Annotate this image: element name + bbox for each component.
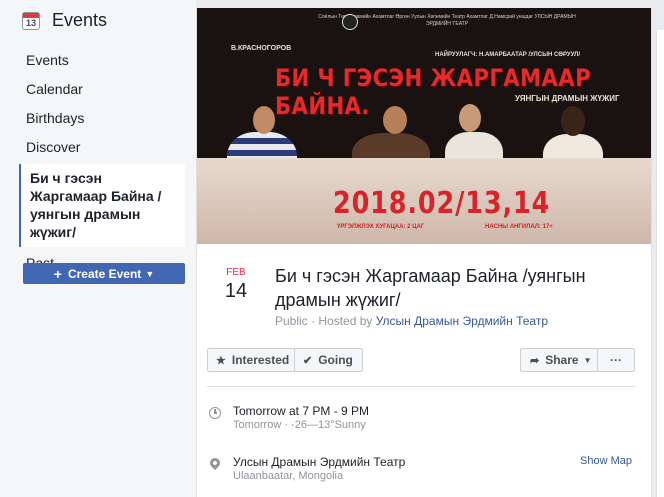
poster-figure-head xyxy=(253,106,275,134)
event-location-row[interactable]: Улсын Драмын Эрдмийн Театр Ulaanbaatar, … xyxy=(207,455,567,486)
sidebar-title: Events xyxy=(52,10,108,30)
event-hosted-by-label: · Hosted by xyxy=(307,314,376,328)
sidebar: 13 Events Events Calendar Birthdays Disc… xyxy=(0,0,196,497)
sidebar-item-birthdays[interactable]: Birthdays xyxy=(18,106,186,135)
plus-icon: + xyxy=(53,265,62,282)
calendar-icon-day: 13 xyxy=(25,17,36,28)
event-day: 14 xyxy=(224,280,248,302)
event-title: Би ч гэсэн Жаргамаар Байна /уянгын драмы… xyxy=(275,266,586,310)
event-privacy: Public xyxy=(275,314,308,328)
share-label: Share xyxy=(545,353,579,367)
poster-figure-head xyxy=(383,106,407,134)
create-event-button[interactable]: + Create Event ▼ xyxy=(23,263,185,284)
poster-figure-head xyxy=(561,106,585,136)
poster-author: В.КРАСНОГОРОВ xyxy=(231,45,292,52)
poster-age-rating: НАСНЫ АНГИЛАЛ: 17+ xyxy=(485,224,553,230)
event-cover-photo[interactable]: Соёлын Төв Хөгжмийн Ахамтлаг Өргөн Уулын… xyxy=(197,8,651,244)
going-button[interactable]: ✔ Going xyxy=(294,348,363,372)
event-card: Соёлын Төв Хөгжмийн Ахамтлаг Өргөн Уулын… xyxy=(196,8,652,497)
poster-date: 2018.02/13,14 xyxy=(333,186,551,221)
event-date-badge: FEB 14 xyxy=(221,267,251,303)
event-host-link[interactable]: Улсын Драмын Эрдмийн Театр xyxy=(376,314,548,328)
interested-button[interactable]: ★ Interested xyxy=(207,348,295,372)
caret-down-icon: ▼ xyxy=(583,355,592,365)
sidebar-item-current-event[interactable]: Би ч гэсэн Жаргамаар Байна /уянгын драмы… xyxy=(19,164,185,247)
more-options-icon: ··· xyxy=(610,353,622,367)
show-map-link[interactable]: Show Map xyxy=(580,455,632,467)
poster-figure-head xyxy=(459,104,481,132)
poster-title: БИ Ч ГЭСЭН ЖАРГАМААР БАЙНА. xyxy=(275,64,592,120)
event-month: FEB xyxy=(226,267,246,278)
interested-label: Interested xyxy=(231,353,290,367)
sidebar-item-calendar[interactable]: Calendar xyxy=(18,77,186,106)
sidebar-nav: Events Calendar Birthdays Discover Би ч … xyxy=(18,48,186,280)
clock-icon xyxy=(209,407,221,419)
poster-duration: ҮРГЭЛЖЛЭХ ХУГАЦАА: 2 ЦАГ xyxy=(337,224,425,230)
poster-subtitle: УЯНГЫН ДРАМЫН ЖҮЖИГ xyxy=(515,94,620,103)
event-meta: Public · Hosted by Улсын Драмын Эрдмийн … xyxy=(275,314,548,328)
share-arrow-icon: ➦ xyxy=(530,354,540,367)
checkmark-icon: ✔ xyxy=(303,354,313,367)
location-pin-icon xyxy=(207,455,223,471)
event-time-row[interactable]: Tomorrow at 7 PM - 9 PM Tomorrow · -26—1… xyxy=(207,404,635,435)
create-event-label: Create Event xyxy=(67,266,142,281)
share-button[interactable]: ➦ Share ▼ xyxy=(520,348,598,372)
right-column-card xyxy=(656,30,664,497)
event-location-city: Ulaanbaatar, Mongolia xyxy=(233,470,344,482)
event-time: Tomorrow at 7 PM - 9 PM xyxy=(233,404,370,418)
caret-down-icon: ▼ xyxy=(145,268,155,279)
poster-director: НАЙРУУЛАГЧ: Н.АМАРБААТАР /УЛСЫН СӨРУУЛ/ xyxy=(435,52,580,58)
going-label: Going xyxy=(318,353,353,367)
more-options-button[interactable]: ··· xyxy=(597,348,635,372)
theatre-emblem-icon xyxy=(342,14,358,30)
calendar-icon: 13 xyxy=(22,11,40,30)
star-icon: ★ xyxy=(216,354,226,367)
sidebar-header[interactable]: 13 Events xyxy=(22,10,107,31)
event-weather: Tomorrow · -26—13°Sunny xyxy=(233,419,366,431)
sidebar-item-events[interactable]: Events xyxy=(18,48,186,77)
divider xyxy=(207,386,635,387)
sidebar-item-discover[interactable]: Discover xyxy=(18,135,186,164)
event-location-name: Улсын Драмын Эрдмийн Театр xyxy=(233,455,406,469)
